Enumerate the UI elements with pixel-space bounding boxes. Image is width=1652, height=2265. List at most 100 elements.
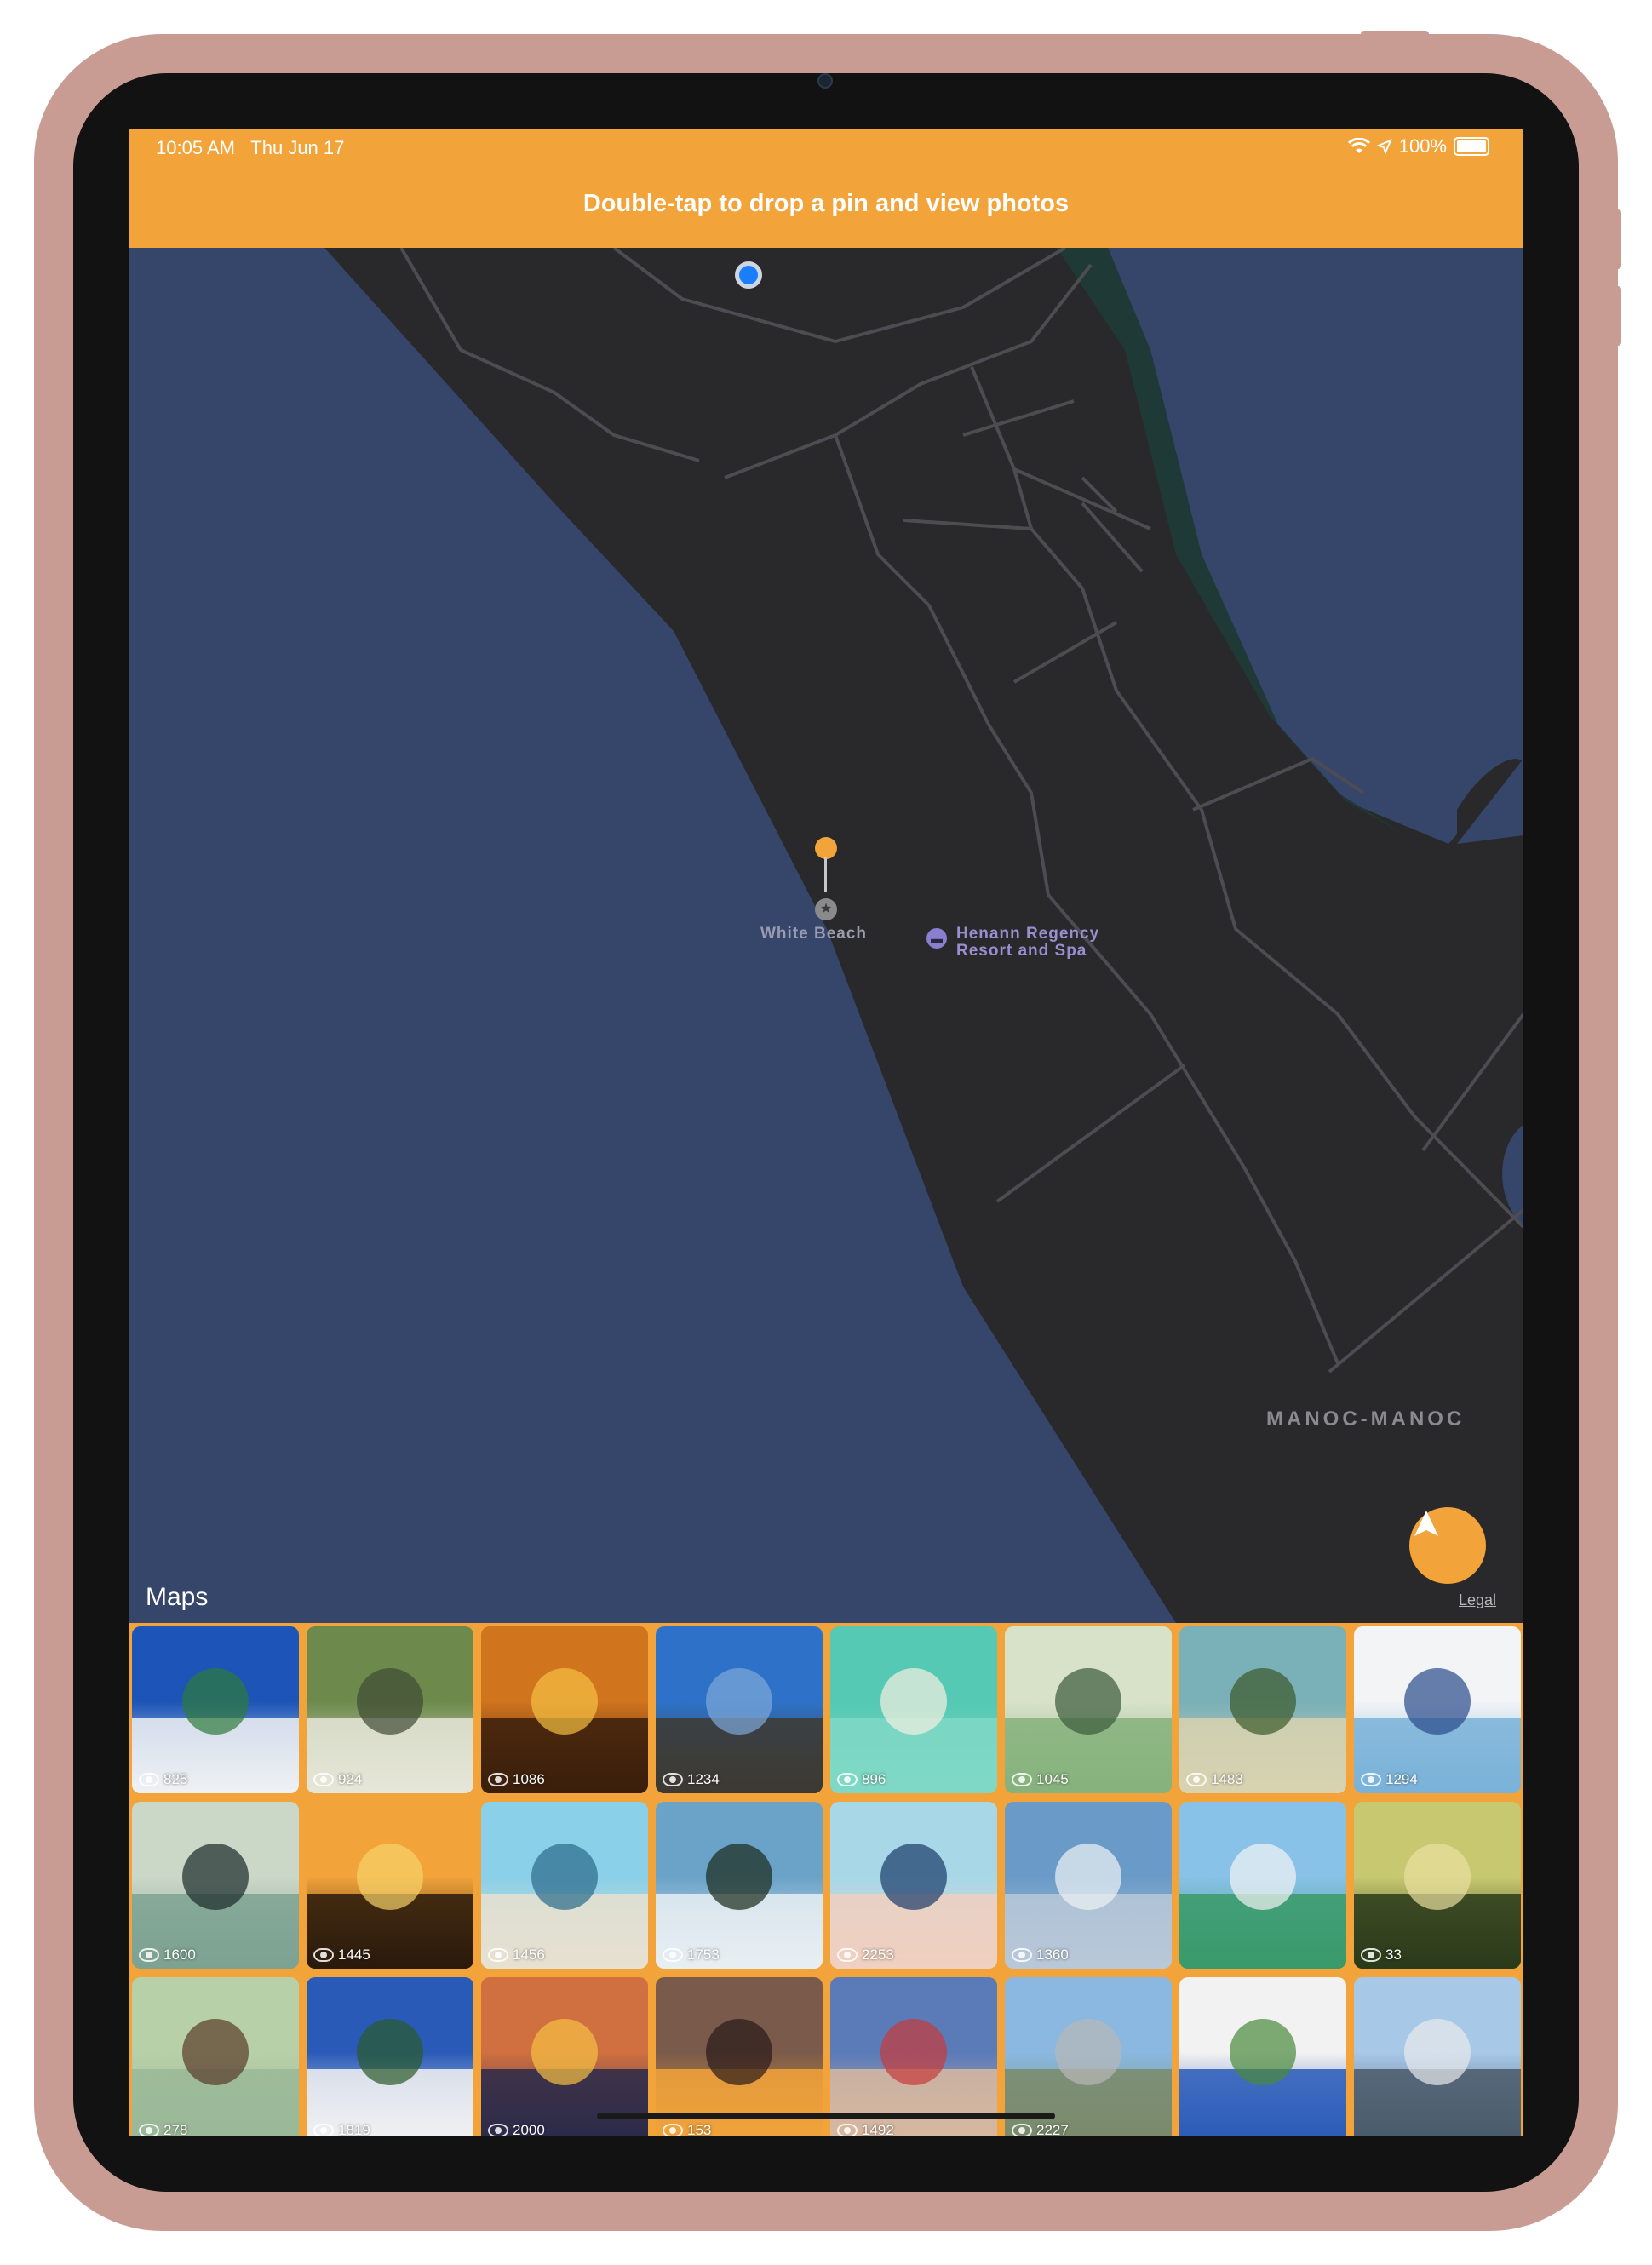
view-count: 825	[139, 1771, 187, 1788]
photo-thumbnail[interactable]: 1086	[481, 1626, 648, 1793]
photo-thumbnail[interactable]: 33	[1354, 1802, 1521, 1969]
photo-thumbnail[interactable]: 924	[307, 1626, 473, 1793]
status-time: 10:05 AM	[156, 137, 235, 158]
photo-thumbnail[interactable]: 2253	[830, 1802, 997, 1969]
view-count-number: 1492	[862, 2122, 894, 2136]
view-count: 924	[313, 1771, 362, 1788]
eye-icon	[663, 2124, 683, 2136]
legal-link[interactable]: Legal	[1459, 1591, 1496, 1609]
poi-white-beach[interactable]: White Beach	[760, 925, 867, 943]
view-count-number: 1753	[687, 1947, 720, 1963]
photo-thumbnail[interactable]: 825	[132, 1626, 299, 1793]
view-count-number: 1294	[1385, 1771, 1418, 1787]
photo-thumbnail[interactable]	[1179, 1977, 1346, 2136]
view-count: 1492	[837, 2122, 894, 2136]
dropped-pin-head[interactable]	[815, 837, 837, 859]
eye-icon	[837, 1773, 858, 1786]
view-count: 153	[663, 2122, 711, 2136]
map-view[interactable]: ★ White Beach ▬ Henann Regency Resort an…	[129, 248, 1523, 1623]
photo-thumbnail[interactable]: 1294	[1354, 1626, 1521, 1793]
photo-thumbnail[interactable]: 1600	[132, 1802, 299, 1969]
view-count: 1294	[1361, 1771, 1418, 1788]
battery-percentage: 100%	[1398, 135, 1447, 157]
view-count-number: 1445	[338, 1947, 370, 1963]
view-count-number: 825	[163, 1771, 188, 1787]
photo-subject	[356, 2019, 424, 2086]
view-count: 2000	[488, 2122, 545, 2136]
eye-icon	[1361, 1948, 1381, 1962]
view-count: 2253	[837, 1947, 894, 1964]
photo-thumbnail[interactable]: 1234	[656, 1626, 823, 1793]
photo-subject	[356, 1668, 424, 1735]
photo-thumbnail[interactable]	[1179, 1802, 1346, 1969]
photo-subject	[705, 1668, 773, 1735]
poi-henann-regency[interactable]: Henann Regency Resort and Spa	[956, 926, 1099, 960]
photo-subject	[880, 1844, 948, 1911]
photo-thumbnail[interactable]: 1753	[656, 1802, 823, 1969]
view-count: 2227	[1012, 2122, 1069, 2136]
photo-subject	[1403, 1844, 1471, 1911]
photo-thumbnail[interactable]: 1360	[1005, 1802, 1172, 1969]
view-count-number: 1600	[163, 1947, 196, 1963]
view-count: 1819	[313, 2122, 370, 2136]
eye-icon	[1012, 1948, 1032, 1962]
photo-thumbnail[interactable]: 1819	[307, 1977, 473, 2136]
photo-subject	[1403, 1668, 1471, 1735]
locate-me-button[interactable]	[1409, 1507, 1486, 1584]
eye-icon	[139, 2124, 159, 2136]
eye-icon	[1012, 1773, 1032, 1786]
photo-subject	[1229, 1668, 1297, 1735]
eye-icon	[139, 1773, 159, 1786]
eye-icon	[663, 1773, 683, 1786]
eye-icon	[837, 1948, 858, 1962]
view-count-number: 896	[862, 1771, 886, 1787]
photo-subject	[1229, 1844, 1297, 1911]
volume-up-button	[1615, 209, 1621, 269]
district-label: MANOC-MANOC	[1266, 1408, 1466, 1431]
hotel-name-line1: Henann Regency	[956, 925, 1100, 943]
status-date: Thu Jun 17	[250, 137, 345, 158]
view-count-number: 1234	[687, 1771, 720, 1787]
eye-icon	[313, 2124, 334, 2136]
photo-thumbnail[interactable]: 896	[830, 1626, 997, 1793]
eye-icon	[837, 2124, 858, 2136]
photo-thumbnail[interactable]	[1354, 1977, 1521, 2136]
view-count-number: 2000	[513, 2122, 545, 2136]
view-count: 1086	[488, 1771, 545, 1788]
battery-icon	[1454, 137, 1489, 156]
user-location-dot	[735, 261, 762, 289]
navigation-arrow-icon	[1414, 1511, 1438, 1536]
photo-thumbnail[interactable]: 1483	[1179, 1626, 1346, 1793]
photo-subject	[181, 1844, 250, 1911]
view-count: 1045	[1012, 1771, 1069, 1788]
front-camera	[817, 73, 833, 89]
eye-icon	[1361, 1773, 1381, 1786]
eye-icon	[313, 1948, 334, 1962]
status-bar: 10:05 AM Thu Jun 17 100%	[129, 129, 1523, 168]
view-count: 1483	[1186, 1771, 1243, 1788]
photo-subject	[531, 1844, 599, 1911]
photo-subject	[880, 1668, 948, 1735]
photo-thumbnail[interactable]: 1456	[481, 1802, 648, 1969]
view-count: 1445	[313, 1947, 370, 1964]
photo-thumbnail[interactable]: 1045	[1005, 1626, 1172, 1793]
instruction-banner: Double-tap to drop a pin and view photos	[582, 190, 1070, 217]
view-count-number: 153	[687, 2122, 712, 2136]
status-time-date: 10:05 AM Thu Jun 17	[156, 137, 344, 159]
photo-thumbnail[interactable]: 1445	[307, 1802, 473, 1969]
wifi-icon	[1347, 138, 1370, 153]
apple-maps-logo: Maps	[146, 1583, 208, 1612]
volume-down-button	[1615, 286, 1621, 346]
star-poi-icon: ★	[815, 898, 837, 920]
eye-icon	[488, 1773, 508, 1786]
photo-subject	[1054, 2019, 1122, 2086]
eye-icon	[663, 1948, 683, 1962]
eye-icon	[1186, 1773, 1207, 1786]
photo-thumbnail[interactable]: 278	[132, 1977, 299, 2136]
view-count: 1456	[488, 1947, 545, 1964]
home-indicator[interactable]	[597, 2113, 1055, 2119]
photo-subject	[880, 2019, 948, 2086]
view-count-number: 2227	[1036, 2122, 1069, 2136]
photo-subject	[181, 2019, 250, 2086]
top-button	[1361, 31, 1429, 37]
